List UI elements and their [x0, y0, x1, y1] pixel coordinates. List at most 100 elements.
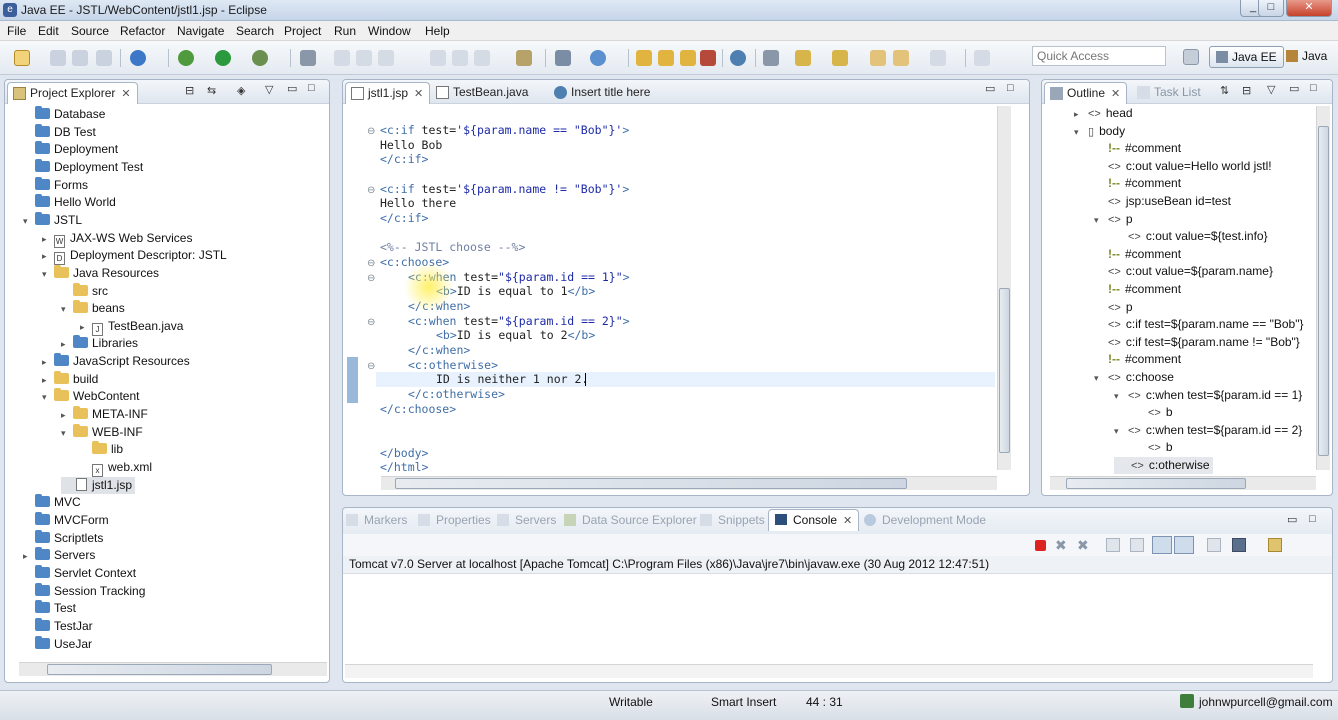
tree-item[interactable]: src [61, 282, 108, 300]
open-browser-icon[interactable] [130, 50, 146, 66]
external-tools-icon[interactable] [700, 50, 716, 66]
maximize-view-icon[interactable]: □ [1309, 513, 1316, 525]
tree-item[interactable]: MVCForm [23, 511, 109, 529]
code-line[interactable]: </html> [380, 460, 428, 475]
menu-edit[interactable]: Edit [38, 24, 59, 38]
new-server-icon[interactable] [555, 50, 571, 66]
maximize-button[interactable]: □ [1258, 0, 1284, 17]
view-menu-icon[interactable]: ▽ [1267, 83, 1275, 96]
expand-arrow-icon[interactable]: ▾ [23, 213, 35, 230]
expand-arrow-icon[interactable]: ▾ [61, 301, 73, 318]
horizontal-scrollbar[interactable] [1050, 476, 1316, 490]
outline-item[interactable]: <> b [1134, 404, 1173, 421]
last-edit-location-icon[interactable] [870, 50, 886, 66]
menu-navigate[interactable]: Navigate [177, 24, 224, 38]
tree-item[interactable]: ▾ Java Resources [42, 264, 159, 282]
open-type-icon[interactable] [636, 50, 652, 66]
tree-item[interactable]: Deployment Test [23, 158, 143, 176]
tab-data-source-explorer[interactable]: Data Source Explorer [564, 513, 697, 529]
maximize-view-icon[interactable]: □ [1007, 82, 1014, 94]
outline-item[interactable]: <> c:out value=${param.name} [1094, 263, 1273, 280]
menu-source[interactable]: Source [71, 24, 109, 38]
tab-snippets[interactable]: Snippets [700, 513, 765, 529]
menu-project[interactable]: Project [284, 24, 321, 38]
step-return-icon[interactable] [474, 50, 490, 66]
tree-item[interactable]: Test [23, 600, 76, 617]
expand-arrow-icon[interactable]: ▾ [1094, 370, 1108, 387]
horizontal-scrollbar[interactable] [345, 664, 1313, 678]
previous-annotation-icon[interactable] [832, 50, 848, 66]
print-icon[interactable] [96, 50, 112, 66]
globe-icon[interactable] [730, 50, 746, 66]
step-over-icon[interactable] [452, 50, 468, 66]
tab-task-list[interactable]: Task List [1132, 82, 1207, 104]
scroll-lock-icon[interactable] [1130, 538, 1144, 552]
step-into-icon[interactable] [430, 50, 446, 66]
remove-launch-icon[interactable]: ✖ [1055, 537, 1067, 554]
vertical-scrollbar[interactable] [997, 106, 1011, 470]
tab-properties[interactable]: Properties [418, 513, 491, 529]
new-java-class-icon[interactable] [590, 50, 606, 66]
fold-marker[interactable]: ⊖ [367, 273, 375, 284]
tree-item[interactable]: ▸ D Deployment Descriptor: JSTL [42, 247, 227, 266]
outline-item[interactable]: ▾ <> p [1094, 211, 1133, 228]
outline-item[interactable]: ▾ ▯ body [1074, 123, 1125, 140]
code-line[interactable]: </c:if> [380, 211, 428, 226]
expand-arrow-icon[interactable]: ▸ [61, 336, 73, 353]
pin-editor-icon[interactable] [974, 50, 990, 66]
code-line[interactable]: <b>ID is equal to 2</b> [436, 328, 595, 343]
view-menu-icon[interactable]: ▽ [265, 83, 273, 96]
code-line[interactable]: </c:when> [408, 343, 470, 358]
menu-window[interactable]: Window [368, 24, 411, 38]
outline-item[interactable]: !-- #comment [1094, 351, 1181, 368]
debug-icon[interactable] [178, 50, 194, 66]
outline-item[interactable]: <> c:out value=${test.info} [1114, 228, 1268, 245]
tree-item[interactable]: ▸ JavaScript Resources [42, 353, 190, 370]
tree-item[interactable]: MVC [23, 494, 81, 511]
code-line[interactable]: ID is neither 1 nor 2. [436, 372, 588, 387]
scrollbar-thumb[interactable] [395, 478, 907, 489]
horizontal-scrollbar[interactable] [19, 662, 327, 676]
tree-item[interactable]: ▾ WEB-INF [61, 423, 143, 441]
run-server-icon[interactable] [252, 50, 268, 66]
clear-console-icon[interactable] [1106, 538, 1120, 552]
focus-icon[interactable]: ◈ [237, 84, 245, 97]
outline-item[interactable]: <> b [1134, 439, 1173, 456]
minimize-view-icon[interactable]: ▭ [985, 82, 995, 95]
menu-help[interactable]: Help [425, 24, 450, 38]
menu-file[interactable]: File [7, 24, 26, 38]
close-window-button[interactable]: ✕ [1286, 0, 1332, 17]
code-line[interactable]: <c:otherwise> [408, 358, 498, 373]
fold-marker[interactable]: ⊖ [367, 317, 375, 328]
expand-arrow-icon[interactable]: ▾ [1114, 388, 1128, 405]
skip-breakpoints-icon[interactable] [300, 50, 316, 66]
minimize-view-icon[interactable]: ▭ [1289, 82, 1299, 95]
close-icon[interactable]: ✕ [121, 88, 130, 100]
close-icon[interactable]: ✕ [843, 515, 852, 527]
resume-icon[interactable] [334, 50, 350, 66]
tree-item[interactable]: Deployment [23, 141, 118, 158]
next-annotation-icon[interactable] [795, 50, 811, 66]
tree-item[interactable]: ▸ build [42, 370, 98, 388]
code-line[interactable]: <c:when test="${param.id == 2}"> [408, 314, 630, 329]
tree-item[interactable]: x web.xml [80, 459, 152, 477]
tab-servers[interactable]: Servers [497, 513, 556, 529]
outline-item[interactable]: <> c:if test=${param.name != "Bob"} [1094, 334, 1300, 351]
tree-item[interactable]: ▸ Libraries [61, 335, 138, 352]
code-line[interactable]: </body> [380, 446, 428, 461]
tree-item[interactable]: ▸ J TestBean.java [80, 318, 183, 336]
expand-arrow-icon[interactable]: ▾ [1094, 212, 1108, 229]
tree-item[interactable]: ▸ Servers [23, 547, 95, 564]
expand-arrow-icon[interactable]: ▾ [1074, 124, 1088, 141]
outline-item[interactable]: ▾ <> c:choose [1094, 369, 1174, 386]
tab-testbean-java[interactable]: TestBean.java [431, 82, 534, 104]
perspective-java-ee[interactable]: Java EE [1209, 46, 1284, 68]
outline-item[interactable]: <> p [1094, 299, 1133, 316]
tab-outline[interactable]: Outline ✕ [1044, 82, 1128, 104]
scrollbar-thumb[interactable] [1066, 478, 1246, 489]
open-console-icon[interactable] [1268, 538, 1282, 552]
outline-item[interactable]: !-- #comment [1094, 281, 1181, 298]
menu-search[interactable]: Search [236, 24, 274, 38]
code-line[interactable]: </c:otherwise> [408, 387, 505, 402]
minimize-view-icon[interactable]: ▭ [1287, 513, 1297, 526]
